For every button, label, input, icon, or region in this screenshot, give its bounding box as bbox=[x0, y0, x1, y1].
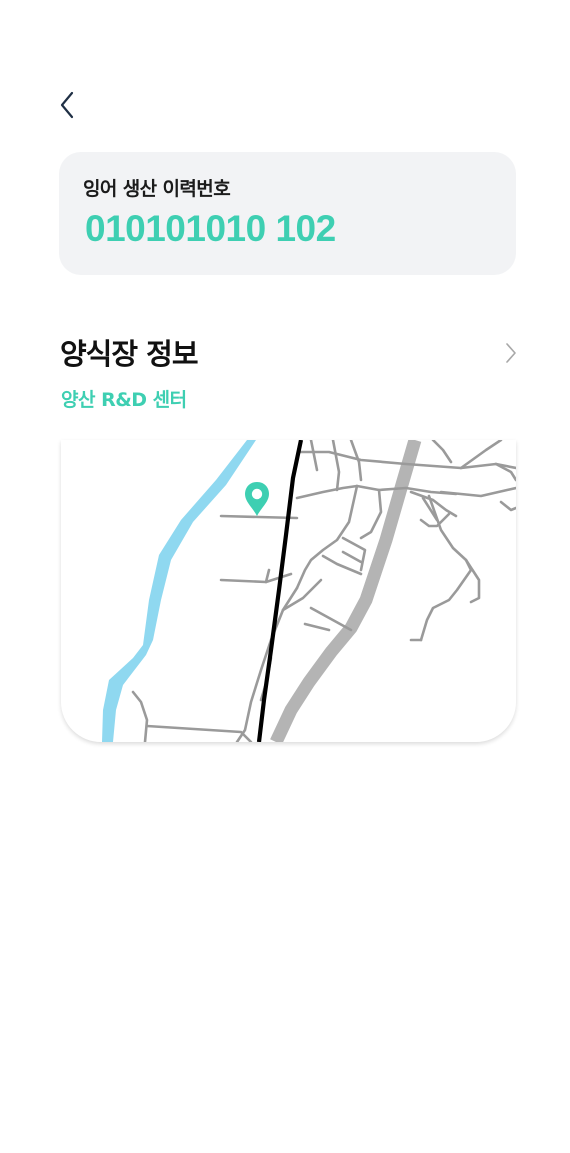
farm-name: 양산 R&D 센터 bbox=[61, 389, 187, 411]
map-pin-icon[interactable] bbox=[245, 482, 269, 516]
farm-info-title: 양식장 정보 bbox=[60, 337, 198, 371]
trace-number-card: 잉어 생산 이력번호 010101010 102 bbox=[59, 152, 516, 275]
back-button[interactable] bbox=[50, 88, 86, 126]
trace-number-value: 010101010 102 bbox=[85, 208, 336, 249]
farm-info-more-button[interactable] bbox=[500, 342, 522, 368]
chevron-left-icon bbox=[59, 90, 77, 124]
trace-number-label: 잉어 생산 이력번호 bbox=[83, 178, 231, 200]
farm-location-map[interactable] bbox=[61, 440, 516, 742]
road-network bbox=[131, 440, 516, 742]
river bbox=[102, 440, 256, 742]
chevron-right-icon bbox=[504, 341, 518, 369]
highway bbox=[270, 440, 422, 742]
